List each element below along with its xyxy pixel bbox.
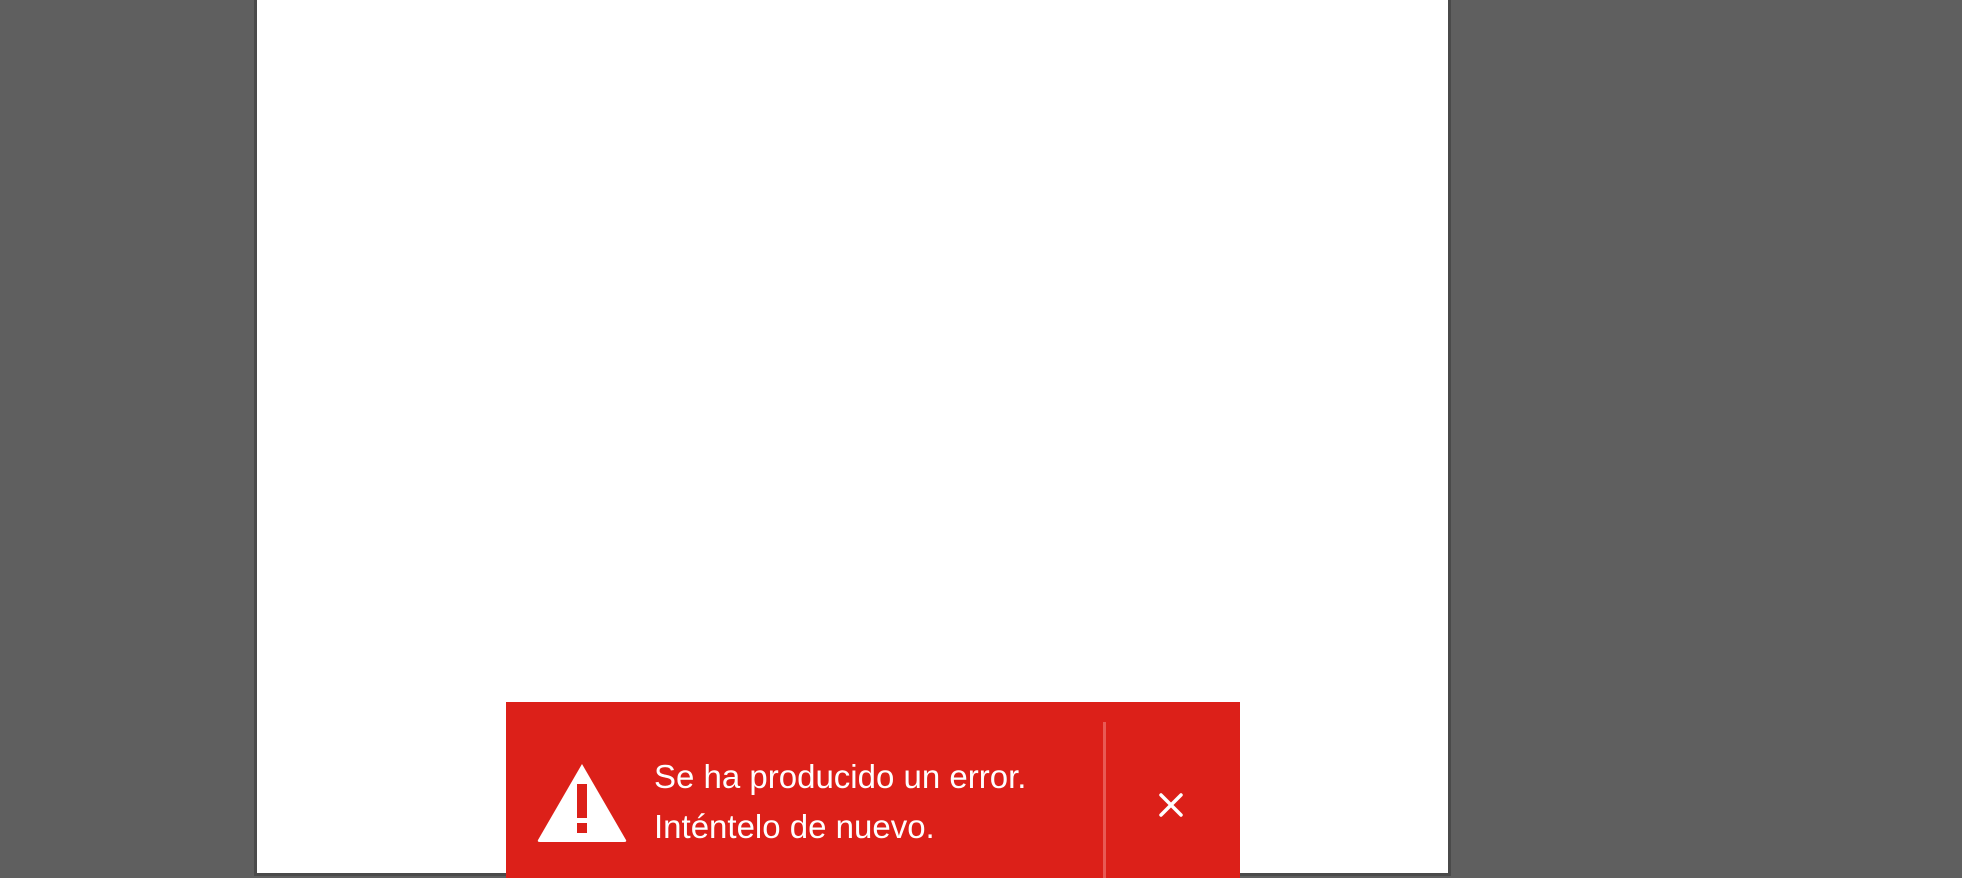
close-button[interactable]	[1136, 770, 1206, 840]
warning-triangle-icon	[534, 760, 630, 846]
error-toast: Se ha producido un error. Inténtelo de n…	[506, 702, 1240, 878]
close-icon	[1159, 793, 1183, 817]
toast-divider	[1103, 722, 1106, 878]
error-message-line-2: Inténtelo de nuevo.	[654, 808, 935, 845]
document-viewer: Se ha producido un error. Inténtelo de n…	[0, 0, 1962, 878]
error-message-line-1: Se ha producido un error.	[654, 758, 1027, 795]
error-message: Se ha producido un error. Inténtelo de n…	[654, 752, 1034, 852]
